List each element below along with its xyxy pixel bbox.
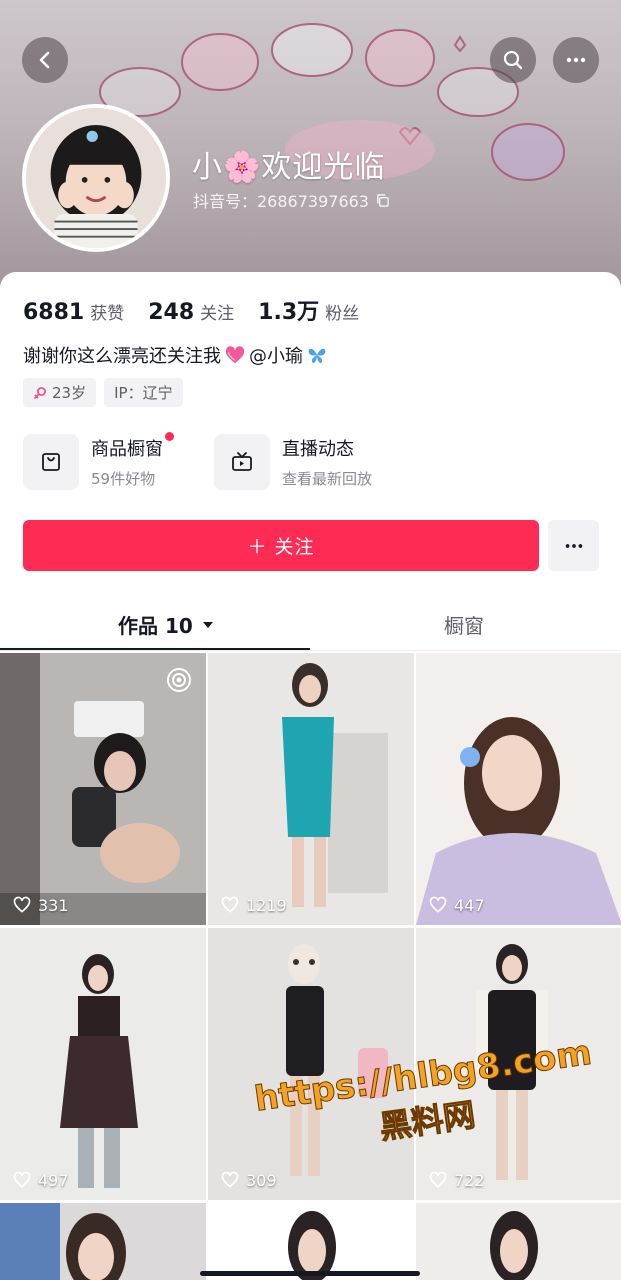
home-indicator (200, 1271, 420, 1276)
age-tag: 23岁 (23, 378, 97, 407)
tab-label: 橱窗 (444, 614, 484, 638)
like-count: 722 (428, 1170, 485, 1190)
back-button[interactable] (22, 37, 68, 83)
butterfly-icon (308, 348, 326, 364)
video-thumbnail[interactable]: 447 (416, 653, 621, 925)
like-count-text: 331 (38, 895, 69, 915)
heart-outline-icon (221, 896, 239, 913)
like-count-text: 722 (454, 1170, 485, 1190)
video-cover-image (208, 1203, 414, 1280)
entry-text: 直播动态 查看最新回放 (282, 435, 372, 489)
ip-tag: IP：辽宁 (104, 378, 183, 407)
video-cover-image (0, 928, 206, 1200)
stat-label: 关注 (200, 304, 235, 324)
back-icon (39, 51, 50, 69)
video-cover-image (0, 653, 206, 925)
stat-following[interactable]: 248 关注 (148, 299, 234, 325)
douyin-id-text: 抖音号：26867397663 (193, 192, 369, 211)
avatar[interactable] (22, 104, 170, 252)
live-replay-icon (167, 668, 191, 692)
like-count-text: 497 (38, 1170, 69, 1190)
bio-mention[interactable]: @小瑜 (249, 342, 303, 368)
video-thumbnail[interactable]: 309 (208, 928, 414, 1200)
tab-label: 作品 10 (118, 614, 193, 638)
like-count: 331 (12, 895, 69, 915)
copy-icon[interactable] (375, 193, 390, 208)
video-thumbnail[interactable]: 331 (0, 653, 206, 925)
heart-outline-icon (429, 1171, 447, 1188)
profile-header: 小🌸欢迎光临 抖音号：26867397663 (0, 0, 621, 300)
stat-label: 获赞 (90, 304, 125, 324)
video-cover-image (416, 928, 621, 1200)
video-cover-image (416, 1203, 621, 1280)
search-icon (503, 50, 523, 70)
like-count: 309 (220, 1170, 277, 1190)
video-thumbnail[interactable]: 497 (0, 928, 206, 1200)
stats-row: 6881 获赞 248 关注 1.3万 粉丝 (23, 294, 359, 326)
shop-window-entry[interactable]: 商品橱窗 59件好物 (23, 432, 174, 490)
video-cover-image (0, 1203, 206, 1280)
entry-text: 商品橱窗 59件好物 (91, 432, 174, 489)
more-options-button[interactable] (553, 37, 599, 83)
follow-button[interactable]: ＋ 关注 (23, 520, 539, 571)
caret-down-icon (202, 621, 213, 628)
age-text: 23岁 (52, 384, 87, 402)
entry-icon-box (214, 434, 270, 490)
video-cover-image (208, 928, 414, 1200)
pink-heart-icon (225, 346, 245, 364)
shopping-bag-icon (42, 453, 60, 471)
more-icon (565, 543, 582, 548)
entry-title-text: 商品橱窗 (91, 439, 163, 460)
bio: 谢谢你这么漂亮还关注我 @小瑜 (23, 342, 328, 368)
entry-subtitle: 查看最新回放 (282, 470, 373, 488)
heart-outline-icon (429, 896, 447, 913)
heart-outline-icon (13, 896, 31, 913)
content-tabs: 作品 10 橱窗 (0, 602, 621, 651)
stat-value: 1.3万 (258, 300, 320, 325)
like-count: 447 (428, 895, 485, 915)
heart-outline-icon (221, 1171, 239, 1188)
stat-label: 粉丝 (325, 304, 360, 324)
ip-text: IP：辽宁 (114, 384, 173, 402)
video-thumbnail[interactable]: 1219 (208, 653, 414, 925)
search-button[interactable] (490, 37, 536, 83)
live-updates-entry[interactable]: 直播动态 查看最新回放 (214, 434, 372, 490)
video-thumbnail[interactable] (416, 1203, 621, 1280)
video-thumbnail[interactable]: 722 (416, 928, 621, 1200)
entry-title: 直播动态 (282, 439, 354, 460)
douyin-id: 抖音号：26867397663 (193, 188, 390, 212)
notification-dot (165, 432, 174, 441)
tab-divider (0, 650, 621, 651)
video-cover-image (208, 653, 414, 925)
more-actions-button[interactable] (548, 520, 599, 571)
bio-text: 谢谢你这么漂亮还关注我 (23, 346, 221, 367)
like-count: 497 (12, 1170, 69, 1190)
like-count: 1219 (220, 895, 287, 915)
tv-icon (232, 452, 252, 471)
more-icon (566, 57, 586, 63)
stat-value: 6881 (23, 300, 85, 325)
profile-tags: 23岁 IP：辽宁 (23, 378, 183, 407)
tab-showcase[interactable]: 橱窗 (444, 610, 484, 639)
entry-icon-box (23, 434, 79, 490)
like-count-text: 309 (246, 1170, 277, 1190)
tab-works[interactable]: 作品 10 (118, 610, 215, 639)
stat-likes[interactable]: 6881 获赞 (23, 299, 124, 325)
stat-followers[interactable]: 1.3万 粉丝 (258, 294, 359, 326)
nickname: 小🌸欢迎光临 (192, 150, 386, 185)
video-cover-image (416, 653, 621, 925)
stat-value: 248 (148, 300, 195, 325)
video-thumbnail[interactable] (0, 1203, 206, 1280)
like-count-text: 1219 (246, 895, 287, 915)
like-count-text: 447 (454, 895, 485, 915)
avatar-image (26, 108, 166, 248)
entry-title: 商品橱窗 (91, 432, 174, 461)
video-thumbnail[interactable] (208, 1203, 414, 1280)
entry-subtitle: 59件好物 (91, 470, 156, 488)
female-symbol-icon (34, 386, 46, 399)
heart-outline-icon (13, 1171, 31, 1188)
